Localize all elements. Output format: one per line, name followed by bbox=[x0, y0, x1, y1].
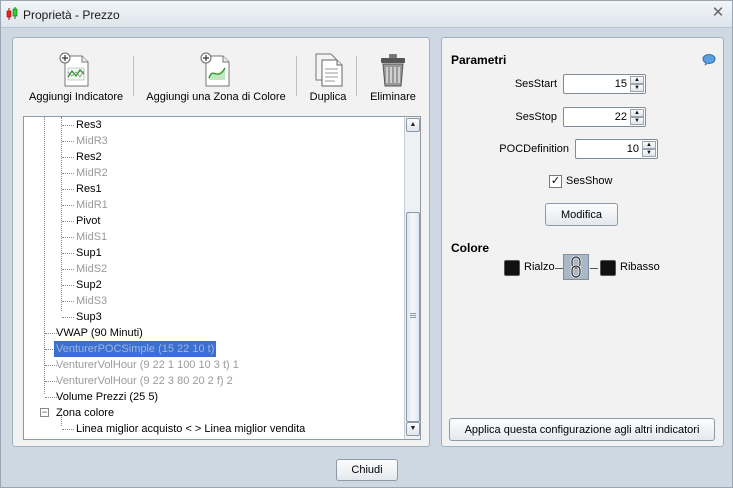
tree-connector bbox=[62, 221, 74, 222]
ses-start-label: SesStart bbox=[514, 78, 557, 90]
trash-icon bbox=[381, 54, 405, 87]
tree-item[interactable]: Res2 bbox=[76, 149, 102, 165]
apply-config-button[interactable]: Applica questa configurazione agli altri… bbox=[449, 418, 715, 441]
properties-dialog: Proprietà - Prezzo ✕ Aggiungi Indicatore bbox=[0, 0, 733, 488]
help-bubble-icon[interactable] bbox=[702, 54, 716, 66]
toolbar: Aggiungi Indicatore Aggiungi una Zona di… bbox=[13, 38, 429, 114]
ses-stop-down[interactable]: ▼ bbox=[630, 117, 644, 125]
add-indicator-button[interactable]: Aggiungi Indicatore bbox=[29, 52, 124, 103]
chain-link-icon bbox=[570, 255, 582, 279]
toolbar-separator bbox=[356, 56, 357, 96]
duplicate-button[interactable]: Duplica bbox=[303, 52, 353, 103]
modify-button[interactable]: Modifica bbox=[545, 203, 618, 226]
ses-stop-up[interactable]: ▲ bbox=[630, 109, 644, 117]
tree-scrollbar[interactable]: ▲ ▼ bbox=[404, 117, 420, 439]
tree-item[interactable]: VenturerVolHour (9 22 3 80 20 2 f) 2 bbox=[56, 373, 233, 389]
scroll-down-button[interactable]: ▼ bbox=[406, 422, 420, 436]
tree-item[interactable]: Volume Prezzi (25 5) bbox=[56, 389, 158, 405]
collapse-toggle[interactable]: − bbox=[40, 408, 49, 417]
tree-connector bbox=[62, 141, 74, 142]
duplicate-icon bbox=[315, 53, 343, 87]
ses-stop-spinner[interactable]: 22 ▲ ▼ bbox=[563, 107, 646, 127]
window-title: Proprietà - Prezzo bbox=[23, 8, 120, 22]
tree-item[interactable]: MidR2 bbox=[76, 165, 108, 181]
close-button[interactable]: Chiudi bbox=[336, 459, 398, 481]
indicator-tree: Res3 MidR3 Res2 MidR2 Res1 MidR1 Pivot MidS1 Sup… bbox=[23, 116, 421, 440]
link-connector bbox=[555, 268, 563, 269]
tree-connector bbox=[44, 117, 45, 394]
candlestick-app-icon bbox=[6, 7, 18, 20]
tree-item[interactable]: MidR1 bbox=[76, 197, 108, 213]
add-color-zone-label: Aggiungi una Zona di Colore bbox=[146, 91, 286, 103]
ses-stop-label: SesStop bbox=[515, 111, 557, 123]
tree-connector bbox=[62, 125, 74, 126]
ses-show-label: SesShow bbox=[566, 175, 613, 187]
duplicate-label: Duplica bbox=[309, 91, 347, 103]
toolbar-separator bbox=[296, 56, 297, 96]
tree-connector bbox=[62, 269, 74, 270]
add-indicator-icon bbox=[59, 52, 89, 87]
tree-connector bbox=[62, 189, 74, 190]
tree-item[interactable]: VenturerVolHour (9 22 1 100 10 3 t) 1 bbox=[56, 357, 239, 373]
up-label: Rialzo bbox=[524, 261, 555, 273]
link-colors-button[interactable] bbox=[563, 254, 589, 280]
ses-start-up[interactable]: ▲ bbox=[630, 76, 644, 84]
link-connector bbox=[590, 268, 598, 269]
tree-connector bbox=[62, 317, 74, 318]
title-bar: Proprietà - Prezzo ✕ bbox=[1, 1, 732, 28]
tree-item[interactable]: Res1 bbox=[76, 181, 102, 197]
parameters-title: Parametri bbox=[451, 53, 507, 67]
down-label: Ribasso bbox=[620, 261, 660, 273]
down-color-swatch[interactable] bbox=[600, 260, 616, 276]
ses-start-down[interactable]: ▼ bbox=[630, 84, 644, 92]
close-icon[interactable]: ✕ bbox=[710, 5, 726, 21]
tree-connector bbox=[62, 173, 74, 174]
tree-item[interactable]: Pivot bbox=[76, 213, 100, 229]
tree-connector bbox=[62, 253, 74, 254]
ses-stop-value: 22 bbox=[614, 111, 627, 123]
tree-item[interactable]: VWAP (90 Minuti) bbox=[56, 325, 143, 341]
scroll-thumb[interactable] bbox=[406, 212, 420, 422]
indicators-panel: Aggiungi Indicatore Aggiungi una Zona di… bbox=[12, 37, 430, 447]
poc-definition-value: 10 bbox=[626, 143, 639, 155]
poc-definition-spinner[interactable]: 10 ▲ ▼ bbox=[575, 139, 658, 159]
poc-definition-up[interactable]: ▲ bbox=[642, 141, 656, 149]
tree-item[interactable]: Res3 bbox=[76, 117, 102, 133]
tree-item[interactable]: MidR3 bbox=[76, 133, 108, 149]
tree-item[interactable]: Sup3 bbox=[76, 309, 102, 325]
scroll-up-button[interactable]: ▲ bbox=[406, 118, 420, 132]
ses-show-checkbox[interactable]: ✓ bbox=[549, 175, 562, 188]
delete-label: Eliminare bbox=[370, 91, 416, 103]
ses-start-spinner[interactable]: 15 ▲ ▼ bbox=[563, 74, 646, 94]
add-color-zone-icon bbox=[200, 52, 230, 87]
tree-connector bbox=[62, 429, 74, 430]
color-title: Colore bbox=[451, 241, 490, 255]
tree-item[interactable]: Linea miglior acquisto < > Linea miglior… bbox=[76, 421, 305, 437]
up-color-swatch[interactable] bbox=[504, 260, 520, 276]
tree-connector bbox=[61, 117, 62, 311]
poc-definition-label: POCDefinition bbox=[499, 143, 569, 155]
tree-item[interactable]: MidS2 bbox=[76, 261, 107, 277]
toolbar-separator bbox=[133, 56, 134, 96]
scroll-grip bbox=[410, 313, 416, 318]
delete-button[interactable]: Eliminare bbox=[365, 52, 421, 103]
ses-start-value: 15 bbox=[614, 78, 627, 90]
poc-definition-down[interactable]: ▼ bbox=[642, 149, 656, 157]
tree-item[interactable]: Sup1 bbox=[76, 245, 102, 261]
tree-connector bbox=[62, 301, 74, 302]
tree-item[interactable]: Zona colore bbox=[56, 405, 114, 421]
tree-item[interactable]: MidS1 bbox=[76, 229, 107, 245]
add-color-zone-button[interactable]: Aggiungi una Zona di Colore bbox=[146, 52, 286, 103]
tree-item[interactable]: Sup2 bbox=[76, 277, 102, 293]
tree-connector bbox=[62, 205, 74, 206]
tree-item[interactable]: MidS3 bbox=[76, 293, 107, 309]
tree-connector bbox=[62, 157, 74, 158]
properties-panel: Parametri SesStart 15 ▲ ▼ SesStop 22 ▲ ▼ P… bbox=[441, 37, 724, 447]
tree-item-selected[interactable]: VenturerPOCSimple (15 22 10 t) bbox=[54, 341, 217, 357]
tree-connector bbox=[62, 237, 74, 238]
tree-connector bbox=[62, 285, 74, 286]
add-indicator-label: Aggiungi Indicatore bbox=[29, 91, 124, 103]
